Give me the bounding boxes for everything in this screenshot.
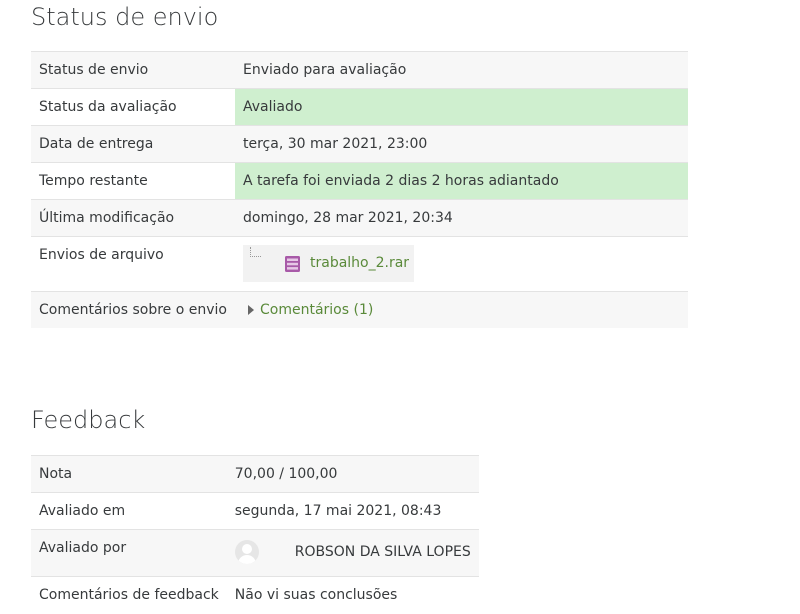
graded-on-value: segunda, 17 mai 2021, 08:43 <box>226 492 479 530</box>
row-label: Data de entrega <box>31 125 235 163</box>
table-row: Data de entrega terça, 30 mar 2021, 23:0… <box>31 125 688 163</box>
row-label: Status da avaliação <box>31 88 235 126</box>
submission-status-table: Status de envio Enviado para avaliação S… <box>31 51 688 328</box>
table-row: Avaliado em segunda, 17 mai 2021, 08:43 <box>31 492 479 530</box>
row-label: Última modificação <box>31 199 235 237</box>
table-row: Avaliado por ROBSON DA SILVA LOPES <box>31 529 479 577</box>
row-label: Envios de arquivo <box>31 236 235 292</box>
row-label: Avaliado por <box>31 529 227 577</box>
comments-link[interactable]: Comentários (1) <box>260 300 373 320</box>
row-label: Avaliado em <box>31 492 227 530</box>
row-label: Comentários de feedback <box>31 576 227 614</box>
row-label: Tempo restante <box>31 162 235 200</box>
row-value: domingo, 28 mar 2021, 20:34 <box>235 199 688 237</box>
table-row: Tempo restante A tarefa foi enviada 2 di… <box>31 162 688 200</box>
feedback-comments-value: Não vi suas conclusões <box>226 576 479 614</box>
tree-connector-line <box>250 247 261 257</box>
table-row: Status de envio Enviado para avaliação <box>31 51 688 89</box>
comments-toggle[interactable]: Comentários (1) <box>243 300 373 320</box>
comments-cell: Comentários (1) <box>235 291 688 328</box>
row-label: Status de envio <box>31 51 235 89</box>
file-tree: trabalho_2.rar <box>243 245 414 282</box>
grader-name: ROBSON DA SILVA LOPES <box>294 544 471 560</box>
table-row: Comentários de feedback Não vi suas conc… <box>31 576 479 614</box>
triangle-right-icon <box>248 305 254 315</box>
time-remaining-value: A tarefa foi enviada 2 dias 2 horas adia… <box>235 162 688 200</box>
row-value: terça, 30 mar 2021, 23:00 <box>235 125 688 163</box>
grading-status-value: Avaliado <box>235 88 688 126</box>
file-submissions-cell: trabalho_2.rar <box>235 236 688 292</box>
row-label: Nota <box>31 455 227 493</box>
section-heading-feedback: Feedback <box>31 406 146 434</box>
file-link[interactable]: trabalho_2.rar <box>310 253 409 273</box>
user-avatar-icon <box>234 540 259 564</box>
feedback-table: Nota 70,00 / 100,00 Avaliado em segunda,… <box>31 455 479 614</box>
row-value: Enviado para avaliação <box>235 51 688 89</box>
grader: ROBSON DA SILVA LOPES <box>234 540 471 564</box>
archive-rar-icon <box>285 256 300 278</box>
grader-cell: ROBSON DA SILVA LOPES <box>226 529 479 577</box>
table-row: Envios de arquivo trabalho_2.rar <box>31 236 688 292</box>
table-row: Última modificação domingo, 28 mar 2021,… <box>31 199 688 237</box>
table-row: Status da avaliação Avaliado <box>31 88 688 126</box>
section-heading-submission-status: Status de envio <box>31 3 219 31</box>
row-label: Comentários sobre o envio <box>31 291 235 328</box>
table-row: Nota 70,00 / 100,00 <box>31 455 479 493</box>
grade-value: 70,00 / 100,00 <box>226 455 479 493</box>
table-row: Comentários sobre o envio Comentários (1… <box>31 291 688 328</box>
